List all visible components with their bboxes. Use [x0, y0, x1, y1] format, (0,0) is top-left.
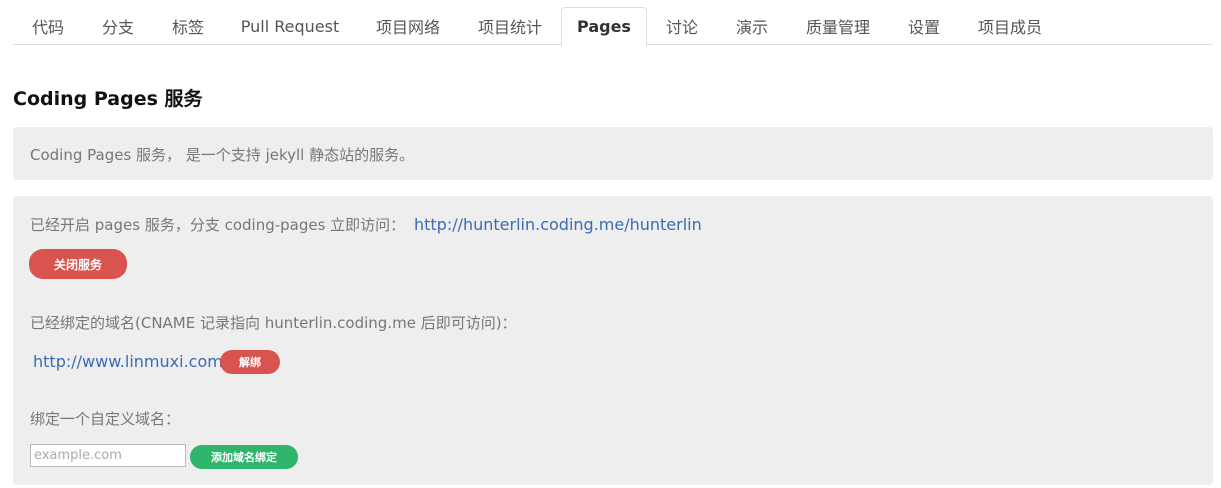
add-domain-button[interactable]: 添加域名绑定 — [190, 445, 298, 469]
intro-text: Coding Pages 服务， 是一个支持 jekyll 静态站的服务。 — [30, 146, 415, 164]
custom-domain-label: 绑定一个自定义域名： — [30, 410, 181, 428]
unbind-domain-button[interactable]: 解绑 — [220, 350, 280, 374]
tab-project-stats[interactable]: 项目统计 — [459, 7, 561, 45]
tab-quality[interactable]: 质量管理 — [787, 7, 889, 45]
bound-domain-label: 已经绑定的域名(CNAME 记录指向 hunterlin.coding.me 后… — [30, 314, 517, 332]
tab-demo[interactable]: 演示 — [717, 7, 787, 45]
tab-pages[interactable]: Pages — [561, 7, 647, 46]
tab-settings[interactable]: 设置 — [889, 7, 959, 45]
tab-members[interactable]: 项目成员 — [959, 7, 1061, 45]
bound-domain-link[interactable]: http://www.linmuxi.com — [33, 352, 223, 371]
tab-project-network[interactable]: 项目网络 — [357, 7, 459, 45]
tab-discussion[interactable]: 讨论 — [647, 7, 717, 45]
tab-branches[interactable]: 分支 — [83, 7, 153, 45]
disable-service-button[interactable]: 关闭服务 — [29, 249, 127, 279]
service-status-row: 已经开启 pages 服务，分支 coding-pages 立即访问： http… — [30, 214, 702, 235]
tab-pull-request[interactable]: Pull Request — [223, 7, 357, 45]
tab-tags[interactable]: 标签 — [153, 7, 223, 45]
intro-panel: Coding Pages 服务， 是一个支持 jekyll 静态站的服务。 — [13, 127, 1213, 180]
tab-bar: 代码 分支 标签 Pull Request 项目网络 项目统计 Pages 讨论… — [13, 7, 1213, 46]
pages-settings-panel: 已经开启 pages 服务，分支 coding-pages 立即访问： http… — [13, 196, 1213, 485]
pages-url-link[interactable]: http://hunterlin.coding.me/hunterlin — [414, 215, 702, 234]
service-status-text: 已经开启 pages 服务，分支 coding-pages 立即访问： — [30, 216, 406, 234]
page-title: Coding Pages 服务 — [13, 88, 203, 110]
tab-code[interactable]: 代码 — [13, 7, 83, 45]
custom-domain-input[interactable] — [30, 444, 186, 467]
